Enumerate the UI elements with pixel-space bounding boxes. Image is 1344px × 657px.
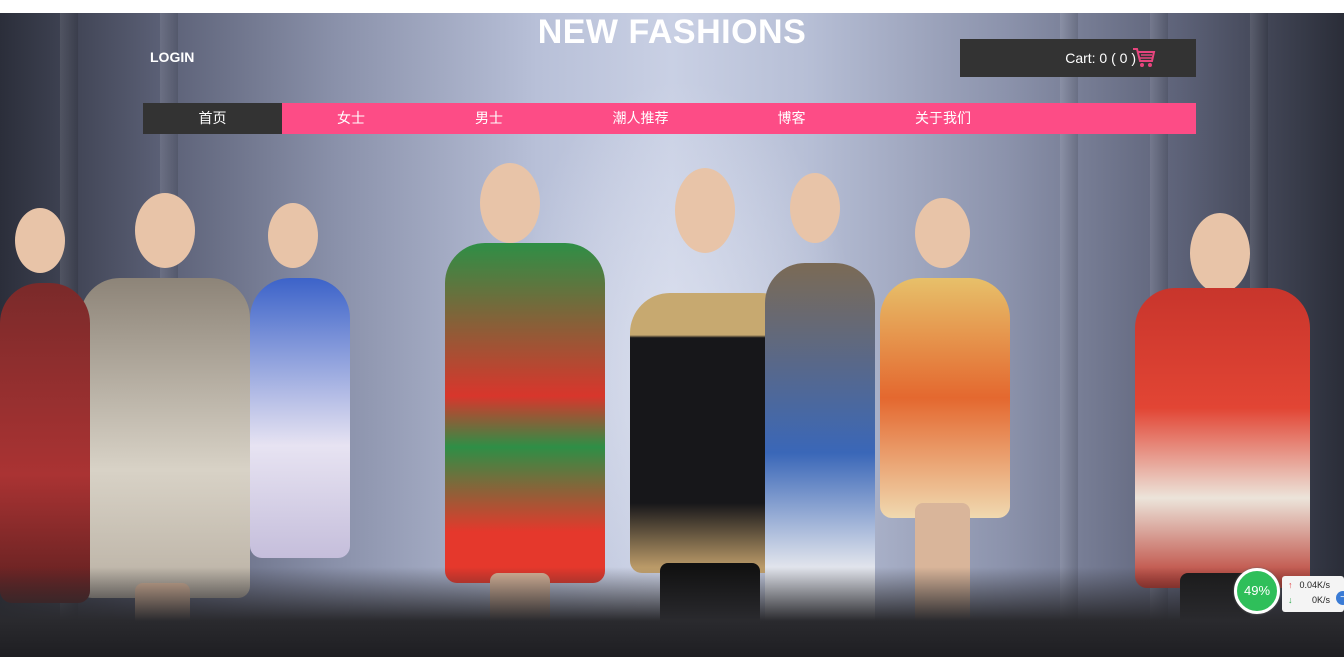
nav-item-women[interactable]: 女士 xyxy=(282,103,420,134)
collapse-icon[interactable]: − xyxy=(1336,591,1344,605)
nav-item-trend-picks[interactable]: 潮人推荐 xyxy=(558,103,723,134)
download-arrow-icon: ↓ xyxy=(1288,595,1293,605)
upload-arrow-icon: ↑ xyxy=(1288,580,1293,590)
network-speed-widget[interactable]: 49% ↑ 0.04K/s ↓ 0K/s − xyxy=(1234,568,1344,614)
upload-speed: 0.04K/s xyxy=(1299,580,1330,590)
login-link[interactable]: LOGIN xyxy=(150,49,194,65)
main-nav: 首页 女士 男士 潮人推荐 博客 关于我们 xyxy=(143,103,1196,134)
nav-item-about-us[interactable]: 关于我们 xyxy=(860,103,1026,134)
nav-item-home[interactable]: 首页 xyxy=(143,103,282,134)
shopping-cart-icon xyxy=(1133,48,1156,67)
cart-button[interactable]: Cart: 0 ( 0 ) xyxy=(960,39,1196,77)
nav-item-men[interactable]: 男士 xyxy=(420,103,558,134)
download-speed: 0K/s xyxy=(1311,595,1330,605)
cart-label: Cart: 0 ( 0 ) xyxy=(1065,50,1136,66)
nav-item-blog[interactable]: 博客 xyxy=(723,103,860,134)
usage-gauge: 49% xyxy=(1234,568,1280,614)
speed-panel: ↑ 0.04K/s ↓ 0K/s − xyxy=(1282,576,1344,612)
